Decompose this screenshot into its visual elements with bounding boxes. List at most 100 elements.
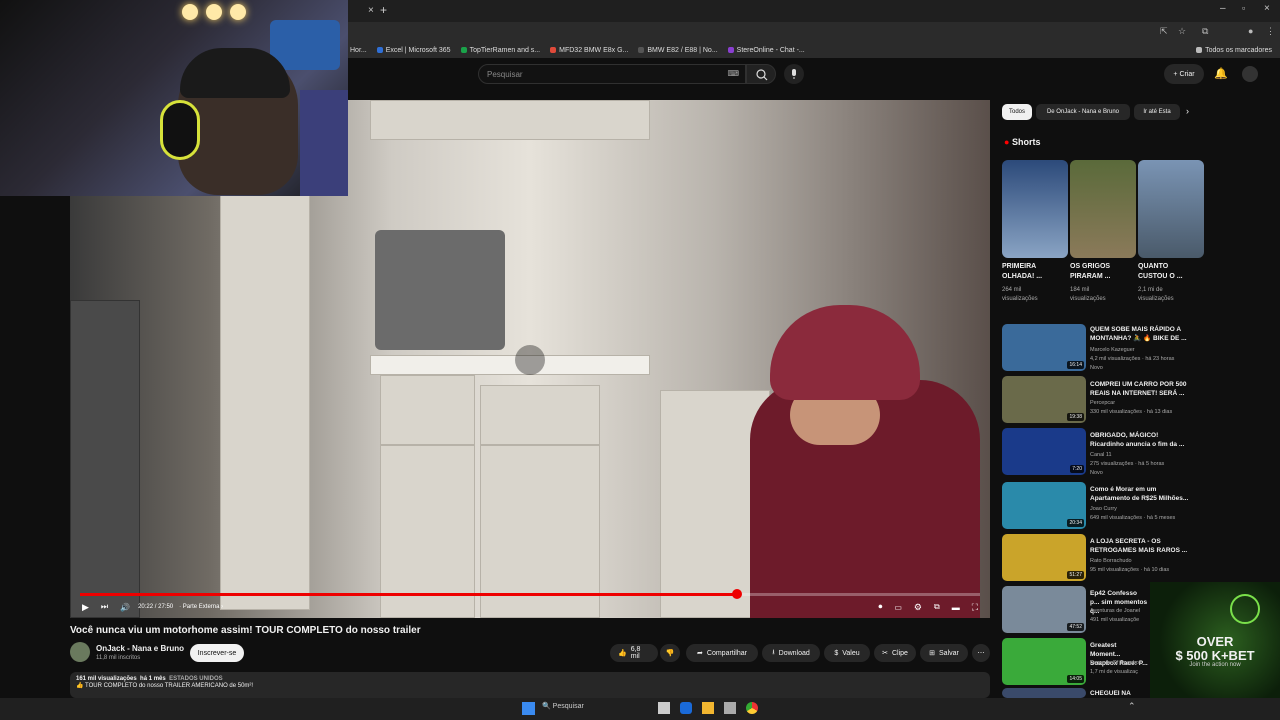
short-thumbnail[interactable]	[1070, 160, 1136, 258]
bookmark-item[interactable]: Hor...	[350, 47, 367, 54]
chapter-label[interactable]: · Parte Externa ›	[179, 604, 223, 610]
task-view-icon[interactable]	[658, 702, 670, 714]
video-channel[interactable]: Marcelo Kazeguer	[1090, 347, 1135, 353]
voice-search-button[interactable]	[784, 64, 804, 84]
share-button[interactable]: ➦ Compartilhar	[686, 644, 758, 662]
miniplayer-icon[interactable]: ⧉	[934, 602, 940, 612]
extensions-icon[interactable]: ⧉	[1202, 26, 1208, 37]
maximize-icon[interactable]: ▫	[1242, 3, 1245, 13]
save-icon: ⊞	[929, 650, 936, 657]
more-button[interactable]: ⋯	[972, 644, 990, 662]
video-thumbnail[interactable]: 14:05	[1002, 638, 1086, 685]
video-thumbnail[interactable]: 20:34	[1002, 482, 1086, 529]
minimize-icon[interactable]: –	[1220, 3, 1226, 14]
bookmark-item[interactable]: TopTierRamen and s...	[460, 47, 540, 54]
volume-icon[interactable]: 🔊	[120, 603, 130, 612]
clip-button[interactable]: ✂ Clipe	[874, 644, 916, 662]
video-channel[interactable]: Legends Of Soapbox	[1090, 660, 1142, 666]
short-thumbnail[interactable]	[1002, 160, 1068, 258]
video-title[interactable]: QUEM SOBE MAIS RÁPIDO A MONTANHA? 🚴 🔥 BI…	[1090, 325, 1190, 343]
taskbar-search[interactable]: 🔍 Pesquisar	[542, 702, 627, 716]
video-thumbnail[interactable]	[1002, 688, 1086, 698]
video-channel[interactable]: Canal 11	[1090, 452, 1112, 458]
video-channel[interactable]: Percepcar	[1090, 400, 1115, 406]
thumbs-down-icon: 👎	[665, 650, 675, 657]
like-button[interactable]: 👍 6,8 mil	[610, 644, 658, 662]
notifications-bell-icon[interactable]: 🔔	[1214, 67, 1228, 80]
windows-start-icon[interactable]	[522, 702, 535, 715]
taskbar: 🔍 Pesquisar ⌃	[0, 698, 1280, 720]
description-box[interactable]: 161 mil visualizações há 1 mês ESTADOS U…	[70, 672, 990, 698]
settings-gear-icon[interactable]: ⚙	[914, 602, 922, 613]
streamer-cap	[180, 48, 290, 98]
player-controls: ▶ ⏭ 🔊 20:22 / 27:50 · Parte Externa › ⏺ …	[70, 598, 990, 616]
bookmark-item[interactable]: StereOnline - Chat -...	[727, 47, 805, 54]
bookmark-item[interactable]: MFD32 BMW E8x G...	[550, 47, 628, 54]
dislike-button[interactable]: 👎	[660, 644, 680, 662]
search-input[interactable]: Pesquisar ⌨	[478, 64, 746, 84]
site-icon	[550, 47, 557, 53]
download-button[interactable]: ⭳ Download	[762, 644, 820, 662]
drawer	[480, 385, 600, 445]
ad-text: $ 500 K+BET	[1175, 648, 1255, 663]
new-badge: Novo	[1090, 470, 1103, 476]
new-tab-icon[interactable]: +	[380, 3, 387, 17]
video-thumbnail[interactable]: 16:14	[1002, 324, 1086, 371]
autoplay-toggle[interactable]: ⏺	[878, 602, 882, 612]
chrome-icon[interactable]	[746, 702, 758, 714]
video-title[interactable]: Como é Morar em um Apartamento de R$25 M…	[1090, 485, 1190, 503]
subscribe-button[interactable]: Inscrever-se	[190, 644, 244, 662]
window-close-icon[interactable]: ×	[1264, 3, 1270, 14]
avatar[interactable]	[1242, 66, 1258, 82]
subtitles-icon[interactable]: ▭	[894, 603, 902, 612]
channel-avatar[interactable]	[70, 642, 90, 662]
video-title[interactable]: COMPREI UM CARRO POR 500 REAIS NA INTERN…	[1090, 380, 1190, 398]
download-icon: ⭳	[772, 648, 775, 656]
all-bookmarks[interactable]: Todos os marcadores	[1196, 47, 1272, 54]
chip-channel[interactable]: De OnJack - Nana e Bruno	[1036, 104, 1130, 120]
video-thumbnail[interactable]: 47:52	[1002, 586, 1086, 633]
menu-icon[interactable]: ⋮	[1266, 26, 1275, 37]
keyboard-icon[interactable]: ⌨	[727, 69, 739, 78]
video-title[interactable]: A LOJA SECRETA - OS RETROGAMES MAIS RARO…	[1090, 537, 1190, 555]
video-thumbnail[interactable]: 19:38	[1002, 376, 1086, 423]
file-explorer-icon[interactable]	[702, 702, 714, 714]
bookmark-item[interactable]: Excel | Microsoft 365	[376, 47, 451, 54]
chevron-right-icon[interactable]: ›	[1186, 106, 1189, 116]
theater-mode-icon[interactable]: ▬	[952, 603, 960, 612]
video-title[interactable]: OBRIGADO, MÁGICO! Ricardinho anuncia o f…	[1090, 431, 1190, 449]
short-title[interactable]: OS GRIGOS PIRARAM ...	[1070, 262, 1130, 282]
video-channel[interactable]: Aventuras de Joanel	[1090, 608, 1140, 614]
search-button[interactable]	[746, 64, 776, 84]
thanks-button[interactable]: $ Valeu	[824, 644, 870, 662]
play-overlay-icon[interactable]	[515, 345, 545, 375]
next-icon[interactable]: ⏭	[101, 602, 108, 612]
video-thumbnail[interactable]: 7:20	[1002, 428, 1086, 475]
chip-all[interactable]: Todos	[1002, 104, 1032, 120]
ring-light	[182, 4, 198, 20]
ad-banner[interactable]: OVER $ 500 K+BET Join the action now	[1150, 582, 1280, 700]
short-thumbnail[interactable]	[1138, 160, 1204, 258]
app-icon[interactable]	[680, 702, 692, 714]
tab-close-icon[interactable]: ×	[368, 5, 374, 16]
chip-other[interactable]: Ir até Esta	[1134, 104, 1180, 120]
video-channel[interactable]: Joao Curry	[1090, 506, 1117, 512]
bookmark-star-icon[interactable]: ☆	[1178, 26, 1186, 37]
save-button[interactable]: ⊞ Salvar	[920, 644, 968, 662]
bookmark-item[interactable]: BMW E82 / E88 | No...	[638, 47, 718, 54]
chevron-up-icon[interactable]: ⌃	[1128, 701, 1136, 712]
video-thumbnail[interactable]: 51:27	[1002, 534, 1086, 581]
short-title[interactable]: PRIMEIRA OLHADA! ...	[1002, 262, 1062, 282]
play-icon[interactable]: ▶	[82, 602, 89, 613]
share-icon[interactable]: ⇱	[1160, 26, 1168, 37]
profile-icon[interactable]: ●	[1248, 26, 1253, 36]
create-button[interactable]: + Criar	[1164, 64, 1204, 84]
store-icon[interactable]	[724, 702, 736, 714]
cabinet-dark	[70, 300, 140, 618]
short-title[interactable]: QUANTO CUSTOU O ...	[1138, 262, 1198, 282]
channel-name[interactable]: OnJack - Nana e Bruno	[96, 644, 184, 653]
upper-cabinet	[370, 100, 650, 140]
video-channel[interactable]: Rato Borrachudo	[1090, 558, 1132, 564]
new-badge: Novo	[1090, 365, 1103, 371]
fullscreen-icon[interactable]: ⛶	[972, 602, 978, 613]
